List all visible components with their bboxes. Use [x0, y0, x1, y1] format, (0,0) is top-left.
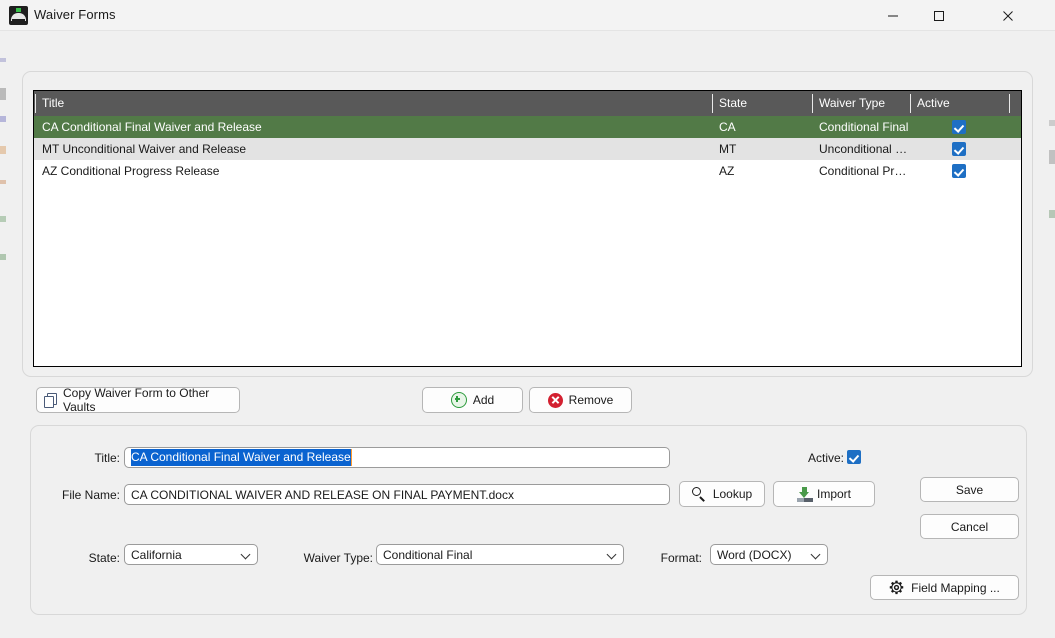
import-download-icon — [796, 486, 813, 502]
copy-waiver-form-button[interactable]: Copy Waiver Form to Other Vaults — [36, 386, 240, 414]
column-header-waiver-type[interactable]: Waiver Type — [811, 91, 909, 116]
plus-circle-icon — [450, 392, 467, 408]
state-field-label: State: — [88, 551, 120, 565]
add-label: Add — [472, 393, 495, 407]
cell-active — [909, 142, 1008, 156]
file-name-field-label: File Name: — [61, 488, 120, 502]
app-icon — [9, 6, 28, 25]
active-checkbox[interactable] — [951, 142, 966, 156]
column-header-state[interactable]: State — [711, 91, 811, 116]
table-row[interactable]: MT Unconditional Waiver and Release MT U… — [34, 138, 1021, 160]
title-input-value: CA Conditional Final Waiver and Release — [131, 449, 351, 466]
save-label: Save — [955, 482, 984, 497]
table-row[interactable]: CA Conditional Final Waiver and Release … — [34, 116, 1021, 138]
cell-waiver-type: Conditional Final — [819, 120, 909, 134]
field-mapping-button[interactable]: Field Mapping ... — [870, 575, 1019, 600]
copy-waiver-form-label: Copy Waiver Form to Other Vaults — [63, 386, 210, 414]
cell-active — [909, 120, 1008, 134]
title-field-label: Title: — [94, 451, 120, 465]
cell-title: CA Conditional Final Waiver and Release — [42, 120, 262, 134]
active-checkbox-detail[interactable] — [847, 450, 861, 464]
window-title: Waiver Forms — [34, 7, 116, 22]
import-button[interactable]: Import — [773, 481, 875, 507]
minimize-icon — [888, 15, 898, 16]
cell-state: AZ — [719, 164, 735, 178]
cell-waiver-type: Unconditional Final — [819, 142, 909, 156]
format-field-label: Format: — [660, 551, 702, 565]
minimize-button[interactable] — [870, 0, 916, 31]
add-button[interactable]: Add — [422, 387, 523, 413]
column-header-filler — [1008, 91, 1021, 116]
title-input[interactable]: CA Conditional Final Waiver and Release — [124, 447, 670, 468]
state-select[interactable]: California — [124, 544, 258, 565]
cancel-label: Cancel — [950, 519, 989, 534]
cell-title: AZ Conditional Progress Release — [42, 164, 220, 178]
waiver-forms-grid[interactable]: Title State Waiver Type Active CA Condit… — [33, 90, 1022, 367]
search-icon — [691, 487, 706, 502]
active-checkbox[interactable] — [951, 120, 966, 134]
waiver-type-field-label: Waiver Type: — [303, 551, 373, 565]
cell-waiver-type: Conditional Progr... — [819, 164, 909, 178]
close-icon — [1003, 10, 1013, 21]
file-name-input-value: CA CONDITIONAL WAIVER AND RELEASE ON FIN… — [131, 487, 514, 502]
import-label: Import — [816, 487, 851, 501]
close-button[interactable] — [985, 0, 1031, 31]
cell-active — [909, 164, 1008, 178]
active-field-label: Active: — [807, 451, 844, 465]
lookup-label: Lookup — [712, 487, 753, 501]
remove-button[interactable]: Remove — [529, 387, 632, 413]
background-window-bleed-right — [1049, 30, 1055, 310]
cancel-button[interactable]: Cancel — [920, 514, 1019, 539]
maximize-icon — [934, 10, 944, 21]
chevron-down-icon — [608, 551, 615, 558]
chevron-down-icon — [242, 551, 249, 558]
remove-label: Remove — [568, 393, 614, 407]
column-header-title[interactable]: Title — [34, 91, 711, 116]
table-row[interactable]: AZ Conditional Progress Release AZ Condi… — [34, 160, 1021, 182]
remove-circle-icon — [547, 392, 563, 408]
active-checkbox[interactable] — [951, 164, 966, 178]
state-select-value: California — [131, 547, 182, 562]
chevron-down-icon — [812, 551, 819, 558]
gear-icon — [889, 580, 904, 595]
save-button[interactable]: Save — [920, 477, 1019, 502]
title-bar: Waiver Forms — [0, 0, 1055, 31]
waiver-type-select-value: Conditional Final — [383, 547, 473, 562]
cell-state: CA — [719, 120, 736, 134]
waiver-type-select[interactable]: Conditional Final — [376, 544, 624, 565]
lookup-button[interactable]: Lookup — [679, 481, 765, 507]
cell-title: MT Unconditional Waiver and Release — [42, 142, 247, 156]
format-select[interactable]: Word (DOCX) — [710, 544, 828, 565]
cell-state: MT — [719, 142, 737, 156]
maximize-button[interactable] — [916, 0, 962, 31]
column-header-active[interactable]: Active — [909, 91, 1008, 116]
file-name-input[interactable]: CA CONDITIONAL WAIVER AND RELEASE ON FIN… — [124, 484, 670, 505]
waiver-forms-window: Waiver Forms Title State Waiver Type Act… — [0, 0, 1055, 638]
field-mapping-label: Field Mapping ... — [911, 580, 1000, 595]
grid-header-row: Title State Waiver Type Active — [34, 91, 1021, 116]
background-window-bleed-left — [0, 30, 6, 310]
format-select-value: Word (DOCX) — [717, 547, 792, 562]
copy-icon — [44, 393, 58, 408]
